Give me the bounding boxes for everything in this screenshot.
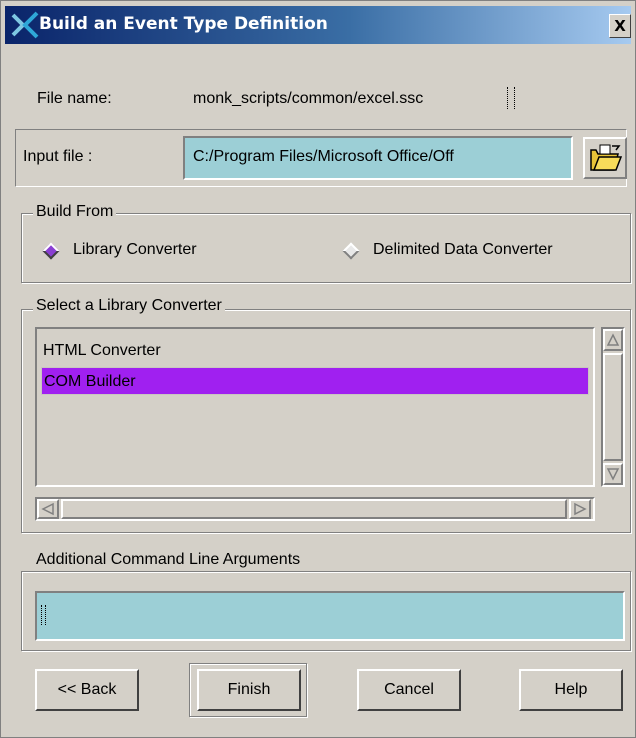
- scroll-thumb[interactable]: [603, 353, 623, 461]
- input-file-label: Input file :: [23, 148, 93, 165]
- file-name-label: File name:: [37, 90, 112, 107]
- help-button[interactable]: Help: [519, 669, 623, 711]
- library-converter-label[interactable]: Library Converter: [73, 241, 197, 259]
- text-cursor-icon: [41, 605, 46, 625]
- close-button[interactable]: X: [609, 14, 631, 38]
- arrow-up-icon: [606, 333, 620, 346]
- dialog-window: Build an Event Type Definition X File na…: [0, 0, 636, 738]
- list-item-html-converter[interactable]: HTML Converter: [41, 337, 589, 365]
- converter-list[interactable]: HTML Converter COM Builder: [35, 327, 595, 487]
- arrow-right-icon: [574, 502, 587, 516]
- build-from-legend: Build From: [33, 203, 117, 221]
- app-logo-icon: [11, 11, 39, 39]
- horizontal-scroll-thumb[interactable]: [61, 499, 567, 519]
- library-converter-legend: Select a Library Converter: [33, 297, 225, 315]
- scroll-up-button[interactable]: [603, 329, 623, 351]
- cancel-button[interactable]: Cancel: [357, 669, 461, 711]
- folder-open-icon: [590, 144, 623, 171]
- arguments-legend: Additional Command Line Arguments: [33, 551, 304, 569]
- vertical-scrollbar[interactable]: [601, 327, 625, 487]
- delimited-data-converter-label[interactable]: Delimited Data Converter: [373, 241, 553, 259]
- scroll-left-button[interactable]: [37, 499, 59, 519]
- text-cursor-icon: [507, 87, 515, 109]
- finish-button[interactable]: Finish: [197, 669, 301, 711]
- input-file-value: C:/Program Files/Microsoft Office/Off: [193, 148, 454, 165]
- input-file-field[interactable]: C:/Program Files/Microsoft Office/Off: [183, 136, 573, 180]
- scroll-down-button[interactable]: [603, 463, 623, 485]
- scroll-right-button[interactable]: [569, 499, 591, 519]
- browse-button[interactable]: [583, 137, 627, 179]
- title-bar[interactable]: Build an Event Type Definition X: [5, 6, 631, 44]
- list-item-com-builder[interactable]: COM Builder: [41, 367, 589, 395]
- horizontal-scrollbar[interactable]: [35, 497, 595, 521]
- arguments-input[interactable]: [35, 591, 625, 641]
- arrow-left-icon: [41, 502, 54, 516]
- window-title: Build an Event Type Definition: [39, 14, 328, 34]
- arrow-down-icon: [606, 468, 620, 481]
- file-name-value: monk_scripts/common/excel.ssc: [193, 90, 424, 107]
- back-button[interactable]: << Back: [35, 669, 139, 711]
